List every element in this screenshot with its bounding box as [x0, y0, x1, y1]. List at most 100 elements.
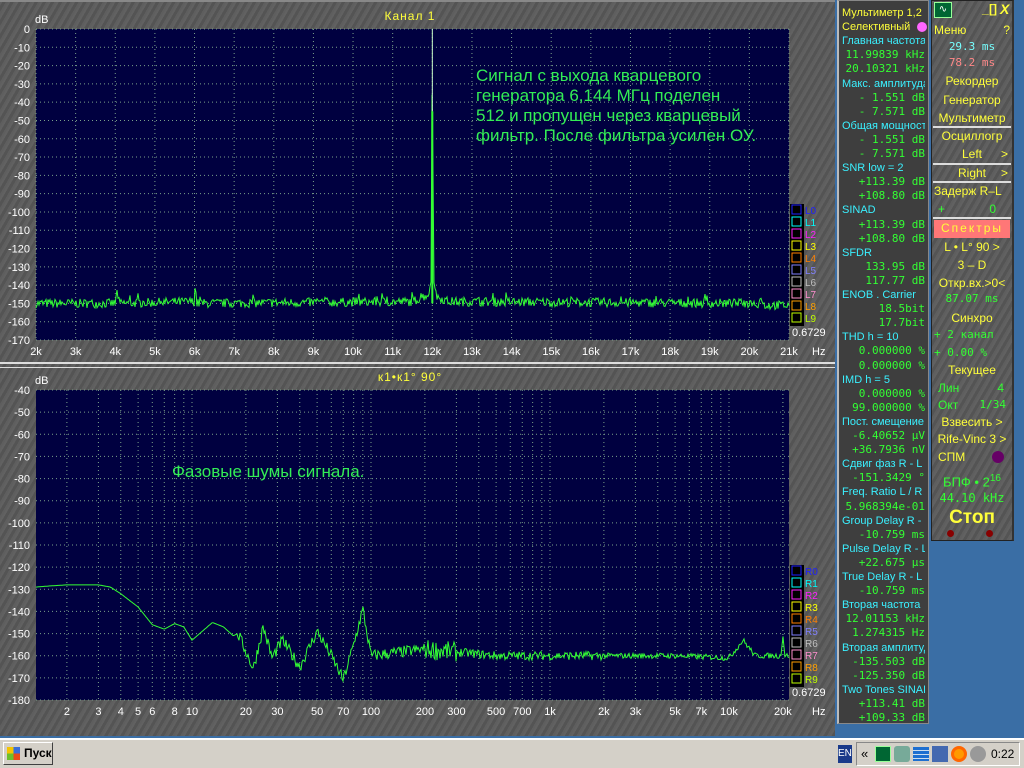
lower-spectrum-panel: -40 -50 -60 -70 -80 -90 -100 -110 -120 -130 -140 -1…: [0, 367, 835, 737]
y-tick-label: -60: [14, 134, 30, 146]
legend-label: L4: [805, 254, 817, 265]
help-button[interactable]: ?: [934, 22, 1010, 38]
multimeter-label: Group Delay R - L: [842, 514, 925, 527]
x-tick-label: 50: [311, 706, 323, 718]
connection-tray-icon[interactable]: [932, 746, 948, 762]
y-tick-label: -170: [8, 673, 30, 685]
psd-indicator-icon: [992, 451, 1004, 463]
legend-label: R7: [805, 651, 818, 662]
language-indicator[interactable]: EN: [838, 745, 852, 763]
app-icon[interactable]: ∿: [934, 2, 952, 18]
x-tick-label: 2: [64, 706, 70, 718]
multimeter-label: Pulse Delay R - L: [842, 542, 925, 555]
x-tick-label: 12k: [423, 346, 441, 358]
legend-label: R9: [805, 675, 818, 686]
legend-label: L6: [805, 278, 817, 289]
x-tick-label: 5k: [149, 346, 161, 358]
time-readout-1: 29.3 ms: [948, 40, 996, 53]
sync-percent[interactable]: + 0.00 %: [934, 345, 1010, 361]
x-tick-label: 100: [362, 706, 380, 718]
multimeter-label: IMD h = 5: [842, 373, 890, 386]
multimeter-value: 11.99839 kHz: [845, 48, 925, 62]
chart-title: к1•к1° 90°: [378, 370, 442, 384]
selective-indicator-icon[interactable]: [917, 22, 927, 33]
y-tick-label: -40: [14, 385, 30, 397]
x-tick-label: 4: [118, 706, 124, 718]
left-channel-button[interactable]: Left >: [934, 146, 1010, 162]
y-tick-label: -140: [8, 606, 30, 618]
network-tray-icon[interactable]: [894, 746, 910, 762]
volume-tray-icon[interactable]: [970, 746, 986, 762]
app-tray-icon[interactable]: [951, 746, 967, 762]
fft-size-button[interactable]: БПФ • 216: [934, 471, 1010, 490]
upper-spectrum-chart[interactable]: 0 -10 -20 -30 -40 -50 -60 -70 -80 -90 -100 -110 -120…: [0, 2, 835, 364]
open-input-button[interactable]: Откр.вх.>0<: [934, 275, 1010, 291]
multimeter-label: Freq. Ratio L / R: [842, 486, 923, 499]
multimeter-value: - 1.551 dB: [858, 132, 925, 146]
display-tray-icon[interactable]: [913, 747, 929, 761]
multimeter-header[interactable]: Селективный: [842, 20, 925, 34]
annotation-text: 512 и пропущен через кварцевый: [476, 106, 741, 125]
right-label: Right: [957, 166, 986, 180]
multimeter-value: 0.000000 %: [858, 386, 925, 400]
x-tick-label: 700: [513, 706, 531, 718]
oscilloscope-button[interactable]: Осциллогр: [934, 128, 1010, 144]
weighting-button[interactable]: Взвесить >: [934, 414, 1010, 430]
legend-label: L2: [805, 230, 817, 241]
window-button[interactable]: Rife-Vinc 3 >: [934, 431, 1010, 447]
x-unit-label: Hz: [812, 346, 825, 358]
lower-phase-noise-chart[interactable]: -40 -50 -60 -70 -80 -90 -100 -110 -120 -130 -140 -1…: [0, 368, 835, 738]
y-tick-label: -10: [14, 42, 30, 54]
multimeter-value: -10.759 ms: [858, 584, 925, 598]
y-tick-label: -170: [8, 335, 30, 347]
mode-button[interactable]: L • L° 90 >: [934, 239, 1010, 255]
sync-channel[interactable]: + 2 канал: [934, 327, 1010, 343]
clock[interactable]: 0:22: [991, 747, 1014, 761]
stop-button[interactable]: Стоп: [934, 507, 1010, 529]
current-button[interactable]: Текущее: [934, 362, 1010, 378]
multimeter-button[interactable]: Мультиметр: [934, 110, 1010, 126]
delay-value[interactable]: 0: [934, 201, 1010, 217]
annotation-text: Сигнал с выхода кварцевого: [476, 66, 701, 85]
y-tick-label: -100: [8, 207, 30, 219]
y-tick-label: -160: [8, 651, 30, 663]
y-tick-label: -70: [14, 451, 30, 463]
y-tick-label: -130: [8, 262, 30, 274]
generator-button[interactable]: Генератор: [934, 92, 1010, 108]
x-tick-label: 8k: [268, 346, 280, 358]
multimeter-value: -151.3429 °: [852, 471, 925, 485]
x-tick-label: 10: [186, 706, 198, 718]
time-readout-3: 87.07 ms: [945, 292, 999, 305]
x-tick-label: 30: [271, 706, 283, 718]
oct-value[interactable]: 1/34: [934, 397, 1010, 413]
start-button[interactable]: Пуск: [3, 742, 53, 765]
weighting-label: Взвесить: [941, 415, 993, 429]
spectrum-analyzer-window: 0 -10 -20 -30 -40 -50 -60 -70 -80 -90 -100 -110 -120…: [0, 0, 835, 736]
multimeter-value: 18.5bit: [878, 302, 925, 316]
right-channel-button[interactable]: Right >: [934, 165, 1010, 181]
multimeter-value: +113.39 dB: [858, 217, 925, 231]
maximize-button[interactable]: []: [989, 1, 997, 17]
left-label: Left: [961, 147, 982, 161]
lin-value[interactable]: 4: [934, 380, 1010, 396]
3d-button[interactable]: 3 – D: [934, 257, 1010, 273]
y-tick-label: 0: [24, 24, 30, 36]
x-tick-label: 70: [337, 706, 349, 718]
multimeter-value: 0.000000 %: [858, 358, 925, 372]
spectrum-analyzer-tray-icon[interactable]: [875, 746, 891, 762]
legend-label: R4: [805, 615, 818, 626]
multimeter-label: Two Tones SINAD: [842, 683, 925, 696]
sync-button[interactable]: Синхро: [934, 310, 1010, 326]
x-tick-label: 21k: [780, 346, 798, 358]
sample-rate[interactable]: 44.10 kHz: [934, 490, 1010, 506]
x-tick-label: 6k: [189, 346, 201, 358]
recorder-button[interactable]: Рекордер: [934, 73, 1010, 89]
close-button[interactable]: X: [1000, 1, 1009, 17]
y-tick-label: -180: [8, 695, 30, 707]
multimeter-header[interactable]: Мультиметр 1,2: [842, 6, 925, 20]
x-tick-label: 7k: [695, 706, 707, 718]
tray-expand-button[interactable]: «: [861, 746, 868, 761]
minimize-button[interactable]: _: [982, 1, 989, 17]
multimeter-value: +108.80 dB: [858, 231, 925, 245]
spectra-button[interactable]: Спектры: [934, 220, 1010, 238]
